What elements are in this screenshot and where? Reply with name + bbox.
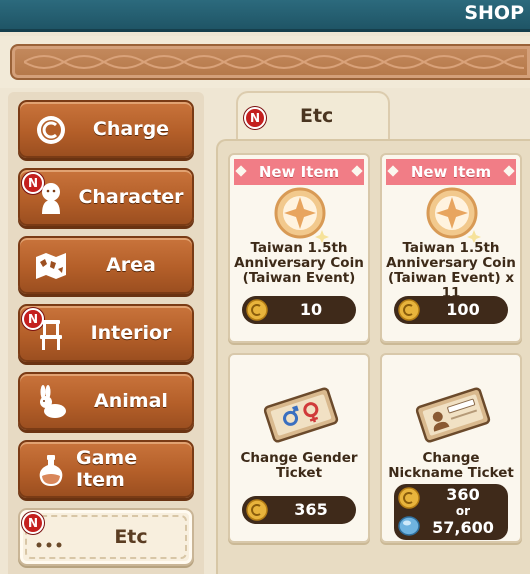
category-charge[interactable]: Charge (18, 100, 194, 158)
shop-item-card[interactable]: New Item Taiwan 1.5th Anniversary Coin (… (380, 153, 522, 343)
blue-gem-icon (398, 516, 420, 536)
nickname-ticket-icon (415, 387, 491, 443)
new-item-ribbon: New Item (234, 159, 364, 185)
shop-item-card[interactable]: New Item Taiwan 1.5th Anniversary Coin (… (228, 153, 370, 343)
rabbit-icon (40, 385, 66, 418)
decorative-banner (10, 44, 530, 80)
gold-coin-icon (246, 499, 268, 521)
gold-coin-icon (246, 299, 268, 321)
character-icon (42, 183, 60, 214)
gold-coin-icon (398, 299, 420, 321)
price-tag[interactable]: 100 (394, 296, 508, 324)
category-label: Character (78, 186, 184, 208)
new-badge: N (244, 107, 266, 129)
category-interior[interactable]: N Interior (18, 304, 194, 362)
item-name: Change Nickname Ticket (388, 450, 514, 481)
category-label: Animal (94, 390, 168, 412)
shop-item-card[interactable]: Change Nickname Ticket 360 or 57,600 (380, 353, 522, 543)
price-value: 10 (299, 300, 323, 319)
chair-icon (40, 320, 62, 350)
item-panel: New Item Taiwan 1.5th Anniversary Coin (… (216, 139, 530, 574)
tab-etc[interactable]: N Etc (236, 91, 390, 141)
top-bar: SHOP (0, 0, 530, 32)
dots-icon (36, 542, 62, 548)
category-label: Game Item (76, 447, 138, 491)
category-animal[interactable]: Animal (18, 372, 194, 430)
category-character[interactable]: N Character (18, 168, 194, 226)
area-map-icon (36, 253, 66, 279)
category-sidebar: Charge N Character Area N Interior Anima… (8, 92, 204, 574)
category-game-item[interactable]: Game Item (18, 440, 194, 498)
shop-item-card[interactable]: Change Gender Ticket 365 (228, 353, 370, 543)
anniversary-coin-icon (426, 187, 481, 243)
shop-title: SHOP (464, 2, 524, 24)
price-tag[interactable]: 360 or 57,600 (394, 484, 508, 540)
item-name: Taiwan 1.5th Anniversary Coin (Taiwan Ev… (386, 240, 516, 301)
price-value: 360 (446, 485, 480, 504)
item-name: Change Gender Ticket (240, 450, 358, 481)
category-label: Area (106, 254, 156, 276)
price-value: 365 (294, 500, 328, 519)
tab-label: Etc (300, 105, 334, 127)
ornament-icon (24, 55, 524, 69)
price-tag[interactable]: 365 (242, 496, 356, 524)
category-label: Interior (90, 322, 172, 344)
price-value: 100 (446, 300, 480, 319)
item-name: Taiwan 1.5th Anniversary Coin (Taiwan Ev… (234, 240, 364, 286)
category-area[interactable]: Area (18, 236, 194, 294)
or-separator: or (455, 504, 471, 518)
charge-coin-icon (37, 116, 65, 144)
alt-price-value: 57,600 (432, 518, 494, 537)
anniversary-coin-icon (274, 187, 329, 243)
price-tag[interactable]: 10 (242, 296, 356, 324)
new-item-ribbon: New Item (386, 159, 516, 185)
gold-coin-icon (398, 487, 420, 509)
category-label: Charge (92, 118, 170, 140)
category-label: Etc (114, 526, 148, 548)
potion-icon (39, 455, 63, 486)
gender-ticket-icon (263, 387, 339, 443)
category-etc[interactable]: N Etc (18, 508, 194, 566)
banner-area (0, 36, 530, 88)
